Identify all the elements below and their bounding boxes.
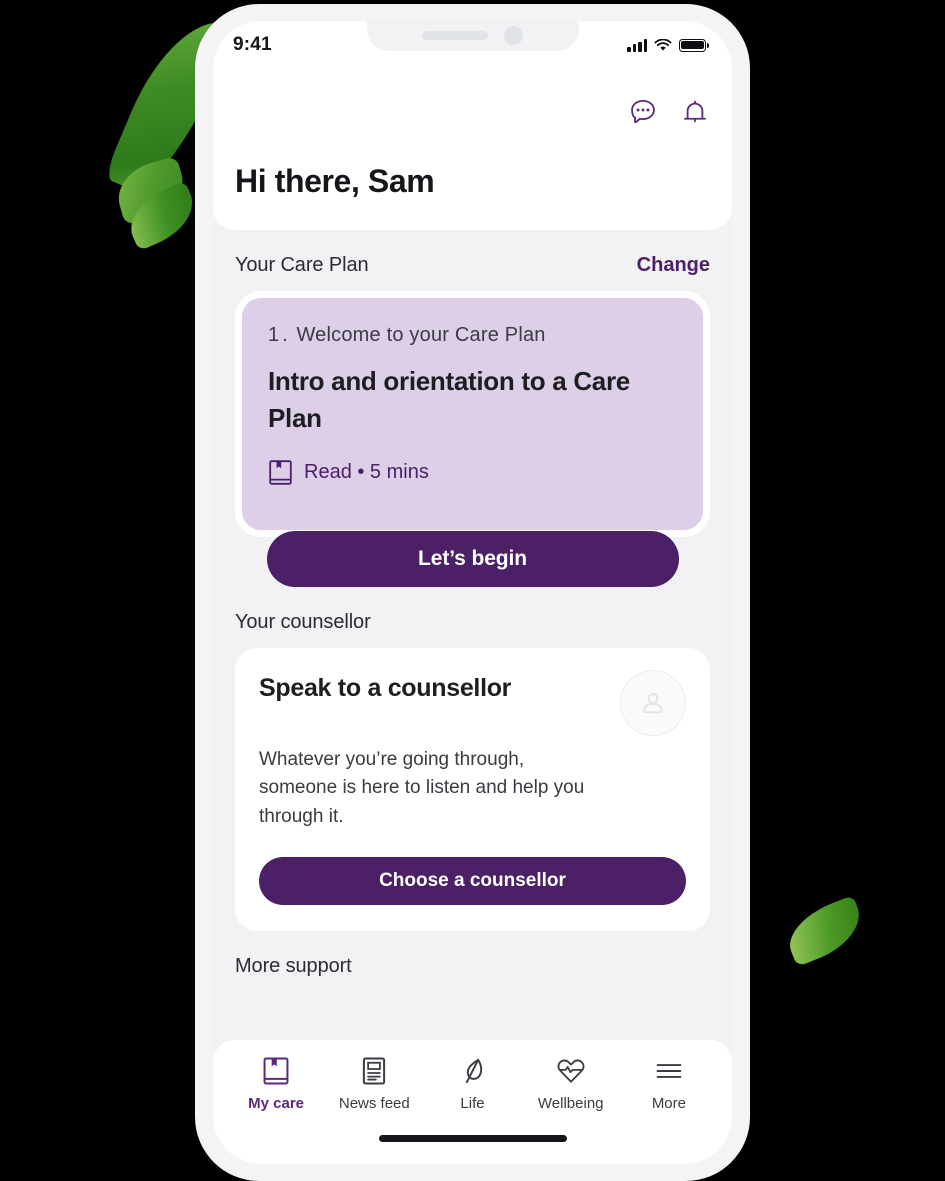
- greeting-title: Hi there, Sam: [235, 163, 435, 199]
- phone-screen: 9:41 Hi there, Sam Your Care Plan Change…: [213, 21, 732, 1164]
- main-content: Your Care Plan Change 1. Welcome to your…: [213, 230, 732, 1040]
- care-plan-meta: Read • 5 mins: [268, 459, 677, 486]
- care-plan-section-title: Your Care Plan: [235, 254, 369, 276]
- status-bar: 9:41: [213, 21, 732, 69]
- battery-icon: [679, 38, 709, 52]
- counsellor-card-header: Speak to a counsellor: [259, 669, 686, 736]
- care-plan-step: 1. Welcome to your Care Plan: [268, 324, 677, 347]
- decorative-leaf: [780, 895, 870, 967]
- bottom-tab-bar: My care News feed Life Wellbeing More: [213, 1040, 732, 1112]
- status-time: 9:41: [233, 34, 272, 55]
- tab-label: Life: [460, 1095, 485, 1112]
- cellular-signal-icon: [627, 38, 647, 52]
- tab-label: Wellbeing: [537, 1095, 604, 1112]
- header-icon-row: [235, 69, 710, 127]
- care-plan-card[interactable]: 1. Welcome to your Care Plan Intro and o…: [235, 291, 710, 537]
- book-icon: [263, 1057, 289, 1085]
- tab-wellbeing[interactable]: Wellbeing: [522, 1056, 620, 1112]
- scene: 9:41 Hi there, Sam Your Care Plan Change…: [0, 0, 945, 1181]
- home-indicator-area: [213, 1112, 732, 1164]
- front-camera: [504, 26, 523, 45]
- tab-news-feed[interactable]: News feed: [325, 1056, 423, 1112]
- care-plan-title: Intro and orientation to a Care Plan: [268, 366, 630, 433]
- tab-label: News feed: [338, 1095, 410, 1112]
- care-plan-section-header: Your Care Plan Change: [235, 230, 710, 291]
- header-card: Hi there, Sam: [213, 69, 732, 230]
- chat-bubble-icon[interactable]: [628, 97, 658, 127]
- counsellor-section-header: Your counsellor: [235, 587, 710, 648]
- counsellor-section-title: Your counsellor: [235, 610, 371, 633]
- notification-bell-icon[interactable]: [680, 97, 710, 127]
- counsellor-card-body: Whatever you’re going through, someone i…: [259, 748, 585, 827]
- tab-life[interactable]: Life: [423, 1056, 521, 1112]
- counsellor-card-title: Speak to a counsellor: [259, 673, 512, 702]
- news-document-icon: [363, 1057, 386, 1085]
- leaf-icon: [465, 1058, 482, 1084]
- phone-notch: [366, 21, 579, 51]
- speaker-grille: [422, 31, 488, 40]
- status-indicators: [627, 38, 709, 52]
- care-plan-card-wrapper: 1. Welcome to your Care Plan Intro and o…: [235, 291, 710, 587]
- change-care-plan-link[interactable]: Change: [637, 254, 710, 277]
- wifi-icon: [654, 38, 672, 51]
- tab-my-care[interactable]: My care: [227, 1056, 325, 1112]
- care-plan-meta-text: Read • 5 mins: [304, 460, 429, 483]
- tab-label: More: [651, 1095, 686, 1112]
- hamburger-menu-icon: [656, 1064, 682, 1078]
- counsellor-card: Speak to a counsellor Whatever you’re go…: [235, 647, 710, 932]
- care-plan-step-number: 1.: [268, 324, 291, 346]
- book-icon: [269, 460, 292, 485]
- heart-pulse-icon: [557, 1059, 585, 1083]
- phone-frame: 9:41 Hi there, Sam Your Care Plan Change…: [195, 4, 750, 1181]
- more-support-section-header: More support: [235, 931, 710, 992]
- avatar: [620, 669, 686, 736]
- lets-begin-button[interactable]: Let’s begin: [266, 530, 679, 587]
- choose-counsellor-button[interactable]: Choose a counsellor: [259, 857, 686, 906]
- tab-more[interactable]: More: [620, 1056, 718, 1112]
- person-avatar-icon: [643, 692, 663, 713]
- care-plan-step-label: Welcome to your Care Plan: [296, 324, 546, 346]
- tab-label: My care: [248, 1095, 305, 1112]
- home-indicator[interactable]: [378, 1134, 567, 1142]
- more-support-section-title: More support: [235, 955, 352, 978]
